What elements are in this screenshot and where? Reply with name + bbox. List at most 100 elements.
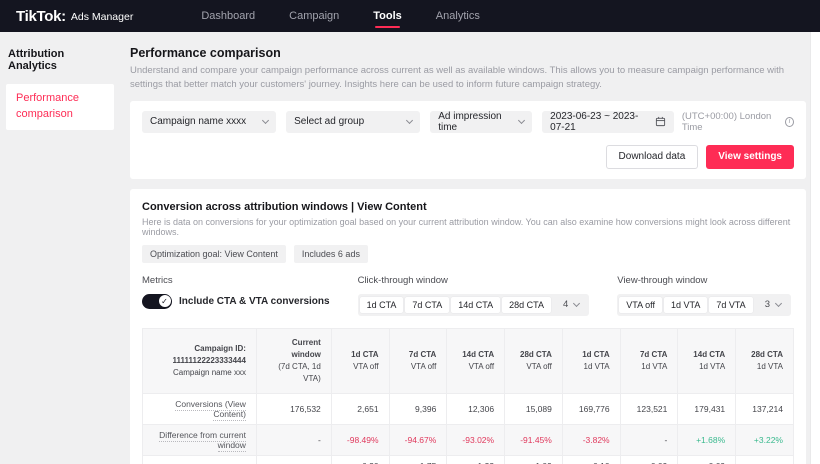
table-row-conversions: Conversions (View Content) 176,532 2,651…: [143, 393, 794, 424]
col-top: 14d CTA: [688, 349, 725, 361]
table-cell: -3.82%: [562, 424, 620, 455]
download-data-button[interactable]: Download data: [606, 145, 699, 169]
table-cell: -: [620, 424, 678, 455]
chevron-down-icon: [406, 116, 413, 123]
row-label: CPA: [143, 455, 257, 464]
table-cell: 12,306: [447, 393, 505, 424]
campaign-dropdown-value: Campaign name xxxx: [150, 116, 246, 127]
sidebar-title: Attribution Analytics: [0, 48, 118, 72]
date-range-picker[interactable]: 2023-06-23 ~ 2023-07-21: [542, 111, 674, 133]
nav-analytics[interactable]: Analytics: [436, 0, 480, 32]
campaign-name: Campaign name xxx: [153, 367, 246, 379]
campaign-id: Campaign ID: 11111122223333444: [153, 343, 246, 367]
table-cell: -94.67%: [389, 424, 447, 455]
click-window-group: 1d CTA 7d CTA 14d CTA 28d CTA 4: [358, 294, 590, 316]
cta-14d-button[interactable]: 14d CTA: [451, 297, 500, 313]
timezone-text: (UTC+00:00) London Time: [682, 111, 781, 133]
toggle-check-icon: ✓: [159, 295, 171, 307]
col-top: Current window: [267, 337, 321, 361]
col-top: 14d CTA: [457, 349, 494, 361]
campaign-dropdown[interactable]: Campaign name xxxx: [142, 111, 276, 133]
table-cell: 169,776: [562, 393, 620, 424]
column-header: 7d CTA1d VTA: [620, 328, 678, 393]
table-row-difference: Difference from current window - -98.49%…: [143, 424, 794, 455]
ads-count-badge: Includes 6 ads: [294, 245, 368, 263]
cta-28d-button[interactable]: 28d CTA: [502, 297, 551, 313]
cta-1d-button[interactable]: 1d CTA: [360, 297, 404, 313]
col-bottom: VTA off: [342, 361, 379, 373]
table-cell: -: [256, 424, 331, 455]
page-title: Performance comparison: [130, 46, 806, 60]
table-cell: 1.75 GBP: [389, 455, 447, 464]
impression-time-dropdown[interactable]: Ad impression time: [430, 111, 532, 133]
section-title: Conversion across attribution windows | …: [142, 201, 794, 213]
column-header: 14d CTA1d VTA: [678, 328, 736, 393]
click-count-dropdown[interactable]: 4: [553, 299, 587, 310]
col-top: 1d CTA: [573, 349, 610, 361]
col-bottom: 1d VTA: [746, 361, 783, 373]
table-cell: 1.09 GBP: [505, 455, 563, 464]
table-header-row: Campaign ID: 11111122223333444 Campaign …: [143, 328, 794, 393]
col-top: 28d CTA: [515, 349, 552, 361]
filter-card: Campaign name xxxx Select ad group Ad im…: [130, 101, 806, 179]
column-header: 28d CTA1d VTA: [736, 328, 794, 393]
table-cell: 0.09 GBP: [620, 455, 678, 464]
vta-7d-button[interactable]: 7d VTA: [709, 297, 752, 313]
nav-campaign[interactable]: Campaign: [289, 0, 339, 32]
row-label-text: Difference from current window: [159, 430, 246, 452]
vta-1d-button[interactable]: 1d VTA: [664, 297, 707, 313]
nav-tools[interactable]: Tools: [373, 0, 402, 32]
campaign-header-cell: Campaign ID: 11111122223333444 Campaign …: [143, 328, 257, 393]
table-cell: 0.09 GBP: [256, 455, 331, 464]
nav-dashboard[interactable]: Dashboard: [201, 0, 255, 32]
chevron-down-icon: [573, 299, 580, 306]
metrics-control: Metrics ✓ Include CTA & VTA conversions: [142, 275, 330, 316]
col-top: 7d CTA: [631, 349, 668, 361]
date-range-value: 2023-06-23 ~ 2023-07-21: [550, 111, 649, 133]
table-cell: -91.45%: [505, 424, 563, 455]
main-nav: Dashboard Campaign Tools Analytics: [201, 0, 480, 32]
ad-group-dropdown[interactable]: Select ad group: [286, 111, 420, 133]
view-through-control: View-through window VTA off 1d VTA 7d VT…: [617, 275, 791, 316]
col-top: 28d CTA: [746, 349, 783, 361]
timezone-label: (UTC+00:00) London Time i: [682, 111, 794, 133]
col-bottom: 1d VTA: [631, 361, 668, 373]
column-header: 7d CTAVTA off: [389, 328, 447, 393]
vta-off-button[interactable]: VTA off: [619, 297, 662, 313]
col-top: 7d CTA: [400, 349, 437, 361]
col-top: 1d CTA: [342, 349, 379, 361]
view-count-dropdown[interactable]: 3: [755, 299, 789, 310]
view-settings-button[interactable]: View settings: [706, 145, 794, 169]
toggle-label: Include CTA & VTA conversions: [179, 296, 330, 307]
scrollbar[interactable]: [810, 32, 820, 464]
main-content: Performance comparison Understand and co…: [118, 32, 810, 464]
info-icon[interactable]: i: [785, 117, 794, 127]
ad-group-dropdown-value: Select ad group: [294, 116, 364, 127]
chevron-down-icon: [262, 116, 269, 123]
metrics-label: Metrics: [142, 275, 330, 286]
calendar-icon: [655, 116, 666, 127]
cta-vta-toggle[interactable]: ✓: [142, 294, 172, 309]
column-header: Current window(7d CTA, 1d VTA): [256, 328, 331, 393]
table-cell: 0.09 GBP: [736, 455, 794, 464]
col-bottom: VTA off: [457, 361, 494, 373]
row-label: Difference from current window: [143, 424, 257, 455]
table-cell: -98.49%: [331, 424, 389, 455]
click-through-control: Click-through window 1d CTA 7d CTA 14d C…: [358, 275, 590, 316]
table-cell: +3.22%: [736, 424, 794, 455]
table-cell: 0.09 GBP: [678, 455, 736, 464]
table-cell: -93.02%: [447, 424, 505, 455]
col-bottom: (7d CTA, 1d VTA): [267, 361, 321, 385]
sidebar-item-performance-comparison[interactable]: Performance comparison: [6, 84, 114, 130]
row-label-text: Conversions (View Content): [175, 399, 246, 421]
chevron-down-icon: [518, 116, 525, 123]
page-description: Understand and compare your campaign per…: [130, 64, 790, 93]
impression-time-dropdown-value: Ad impression time: [438, 111, 513, 133]
optimization-goal-badge: Optimization goal: View Content: [142, 245, 286, 263]
cta-7d-button[interactable]: 7d CTA: [405, 297, 449, 313]
top-navbar: TikTok: Ads Manager Dashboard Campaign T…: [0, 0, 820, 32]
table-cell: 2,651: [331, 393, 389, 424]
col-bottom: 1d VTA: [573, 361, 610, 373]
sidebar: Attribution Analytics Performance compar…: [0, 32, 118, 464]
table-cell: +1.68%: [678, 424, 736, 455]
